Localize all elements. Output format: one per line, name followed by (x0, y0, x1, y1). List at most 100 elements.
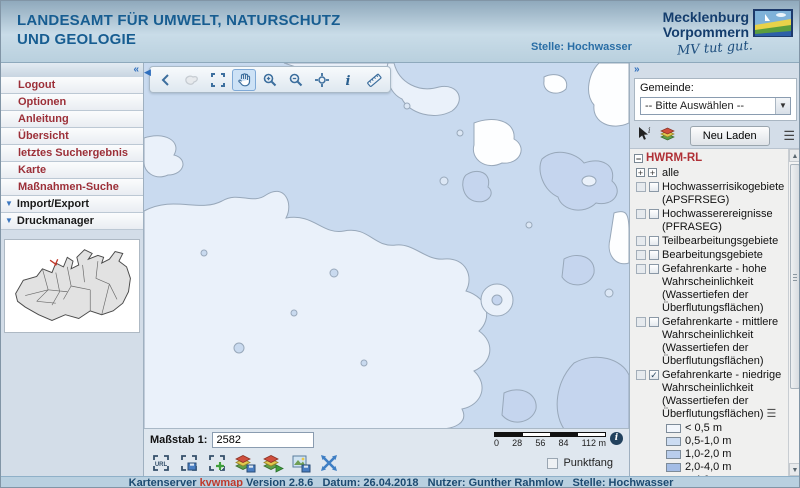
punktfang-control[interactable]: Punktfang (547, 457, 613, 469)
scroll-up-icon[interactable]: ▲ (789, 149, 800, 162)
tree-row: Gefahrenkarte - hohe Wahrscheinlichkeit … (634, 263, 787, 315)
map-status-bar: Maßstab 1: 0 28 56 84 112 m i (144, 428, 629, 450)
identify-cursor-icon[interactable]: i (636, 126, 651, 147)
tree-row: Gefahrenkarte - mittlere Wahrscheinlichk… (634, 316, 787, 368)
sidebar-item-karte[interactable]: Karte (1, 162, 143, 179)
sidebar-collapse-handle-icon[interactable]: ◀ (144, 67, 151, 78)
stelle-label: Stelle: Hochwasser (531, 41, 632, 53)
back-extent-button[interactable] (154, 69, 178, 91)
export-image-button[interactable] (290, 452, 312, 474)
tree-root-row[interactable]: − HWRM-RL (634, 152, 787, 165)
svg-text:URL: URL (155, 462, 168, 468)
svg-text:i: i (648, 126, 651, 135)
footer-status-bar: Kartenserver kvwmap Version 2.8.6 Datum:… (1, 476, 800, 488)
forward-extent-button-disabled (180, 69, 204, 91)
mv-state-outline (7, 242, 140, 330)
sidebar-group-druckmanager[interactable]: ▼Druckmanager (1, 213, 143, 230)
sidebar-item-letztes-suchergebnis[interactable]: letztes Suchergebnis (1, 145, 143, 162)
add-extent-button[interactable] (206, 452, 228, 474)
recenter-button[interactable] (310, 69, 334, 91)
layer-query-checkbox[interactable] (636, 236, 646, 246)
zoom-out-button[interactable] (284, 69, 308, 91)
tree-row-active-layer: ✓ Gefahrenkarte - niedrige Wahrscheinlic… (634, 369, 787, 421)
layer-panel: » Gemeinde: -- Bitte Auswählen -- ▼ i Ne… (629, 63, 800, 476)
scroll-down-icon[interactable]: ▼ (789, 463, 800, 476)
layer-query-checkbox[interactable] (636, 209, 646, 219)
zoom-in-button[interactable] (258, 69, 282, 91)
info-tool-button[interactable]: i (336, 69, 360, 91)
pan-tool-button[interactable] (232, 69, 256, 91)
legend-swatch (666, 450, 681, 459)
layer-query-checkbox[interactable] (636, 250, 646, 260)
brand-slogan: MV tut gut. (677, 38, 754, 58)
tree-row-alle: + + alle (634, 167, 787, 180)
tree-row: Bearbeitungsgebiete (634, 249, 787, 262)
mv-logo-icon (753, 9, 793, 37)
save-layers-button[interactable] (234, 452, 256, 474)
layer-visible-checkbox[interactable] (649, 236, 659, 246)
legend-swatch (666, 463, 681, 472)
layer-query-checkbox[interactable] (636, 317, 646, 327)
gemeinde-label: Gemeinde: (640, 82, 791, 94)
legend-item: 1,0-2,0 m (666, 448, 787, 461)
sidebar-item-massnahmen-suche[interactable]: Maßnahmen-Suche (1, 179, 143, 196)
sidebar-collapse-button[interactable]: « (1, 63, 143, 77)
scale-input[interactable] (212, 432, 314, 448)
layer-visible-checkbox[interactable] (649, 317, 659, 327)
sidebar-item-optionen[interactable]: Optionen (1, 94, 143, 111)
layers-icon[interactable] (659, 126, 676, 147)
gemeinde-box: Gemeinde: -- Bitte Auswählen -- ▼ (634, 78, 797, 121)
flood-map-image (144, 63, 629, 428)
reload-button[interactable]: Neu Laden (690, 126, 770, 146)
layer-visible-checkbox[interactable]: ✓ (649, 370, 659, 380)
full-extent-button[interactable] (206, 69, 230, 91)
panel-toolbar: i Neu Laden ☰ (630, 124, 800, 148)
sidebar-group-import-export[interactable]: ▼Import/Export (1, 196, 143, 213)
sidebar: « Logout Optionen Anleitung Übersicht le… (1, 63, 144, 476)
layer-query-checkbox[interactable] (636, 264, 646, 274)
layer-visible-checkbox[interactable] (649, 209, 659, 219)
map-toolbar: i (149, 66, 391, 93)
share-url-button[interactable]: URL (150, 452, 172, 474)
chevron-down-icon: ▼ (5, 196, 13, 212)
expand-node-icon[interactable]: + (648, 168, 657, 177)
layer-visible-checkbox[interactable] (649, 250, 659, 260)
layer-legend-menu-icon[interactable]: ☰ (767, 408, 777, 420)
legend-swatch (666, 424, 681, 433)
legend-item: < 0,5 m (666, 422, 787, 435)
scalebar: 0 28 56 84 112 m (494, 432, 606, 448)
gemeinde-select[interactable]: -- Bitte Auswählen -- ▼ (640, 97, 791, 115)
overview-map[interactable] (4, 239, 140, 333)
layer-visible-checkbox[interactable] (649, 264, 659, 274)
measure-tool-button[interactable] (362, 69, 386, 91)
layer-query-checkbox[interactable] (636, 370, 646, 380)
load-layers-button[interactable] (262, 452, 284, 474)
layer-tree-wrap: − HWRM-RL + + alle Hochwasserrisikogebie… (630, 148, 800, 476)
punktfang-checkbox[interactable] (547, 458, 558, 469)
collapse-right-icon: » (634, 64, 640, 75)
collapse-left-icon: « (133, 64, 139, 75)
scalebar-info-icon[interactable]: i (610, 432, 623, 445)
fit-extent-button[interactable] (318, 452, 340, 474)
chevron-down-icon: ▼ (775, 98, 790, 114)
kvwmap-application: LANDESAMT FÜR UMWELT, NATURSCHUTZ UND GE… (0, 0, 800, 488)
layer-legend: < 0,5 m 0,5-1,0 m 1,0-2,0 m 2,0-4,0 m > … (666, 422, 787, 476)
panel-collapse-button[interactable]: » (630, 63, 800, 77)
svg-text:i: i (346, 74, 351, 88)
sidebar-item-logout[interactable]: Logout (1, 77, 143, 94)
save-extent-button[interactable] (178, 452, 200, 474)
sidebar-item-uebersicht[interactable]: Übersicht (1, 128, 143, 145)
map-canvas[interactable] (144, 63, 629, 428)
scale-label: Maßstab 1: (150, 434, 207, 446)
map-column: ◀ (144, 63, 629, 476)
tree-scrollbar[interactable]: ▲ ▼ (788, 149, 800, 476)
panel-menu-icon[interactable]: ☰ (783, 128, 795, 144)
layer-visible-checkbox[interactable] (649, 182, 659, 192)
header: LANDESAMT FÜR UMWELT, NATURSCHUTZ UND GE… (1, 1, 800, 63)
sidebar-item-anleitung[interactable]: Anleitung (1, 111, 143, 128)
collapse-node-icon[interactable]: − (634, 154, 643, 163)
chevron-down-icon: ▼ (5, 213, 13, 229)
scrollbar-thumb[interactable] (790, 164, 800, 389)
expand-node-icon[interactable]: + (636, 168, 645, 177)
layer-query-checkbox[interactable] (636, 182, 646, 192)
